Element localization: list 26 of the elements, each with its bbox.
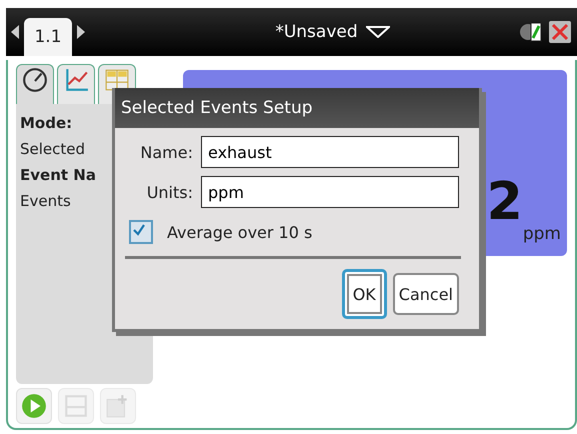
app-tab[interactable]: [16, 64, 54, 104]
panel-label: Event Na: [20, 166, 97, 184]
document-title[interactable]: *Unsaved: [275, 22, 358, 42]
check-icon: [131, 222, 147, 238]
field-label: Units:: [146, 182, 193, 202]
dialog-button[interactable]: Cancel: [392, 273, 459, 315]
dialog-title: Selected Events Setup: [115, 88, 479, 128]
dialog-button[interactable]: OK: [342, 269, 387, 319]
play-icon: [21, 393, 47, 419]
left-arrow-icon[interactable]: [10, 24, 20, 40]
right-arrow-icon[interactable]: [76, 24, 86, 40]
dropdown-icon[interactable]: [366, 26, 390, 38]
panel-label: Events: [20, 192, 72, 210]
input-field[interactable]: exhaust: [201, 136, 459, 168]
panel-label: Mode:: [20, 114, 74, 132]
meter-unit: ppm: [522, 224, 561, 244]
checkbox[interactable]: [129, 220, 153, 244]
input-field[interactable]: ppm: [201, 176, 459, 208]
close-icon[interactable]: [549, 21, 571, 43]
toolbar-button[interactable]: [16, 388, 52, 424]
checkbox-label: Average over 10 s: [167, 222, 312, 242]
field-label: Name:: [139, 142, 193, 162]
gauge-icon: [22, 67, 48, 93]
page-tab[interactable]: 1.1: [24, 18, 72, 56]
marker-icon: [63, 393, 89, 419]
meter-value: 2: [486, 176, 523, 228]
